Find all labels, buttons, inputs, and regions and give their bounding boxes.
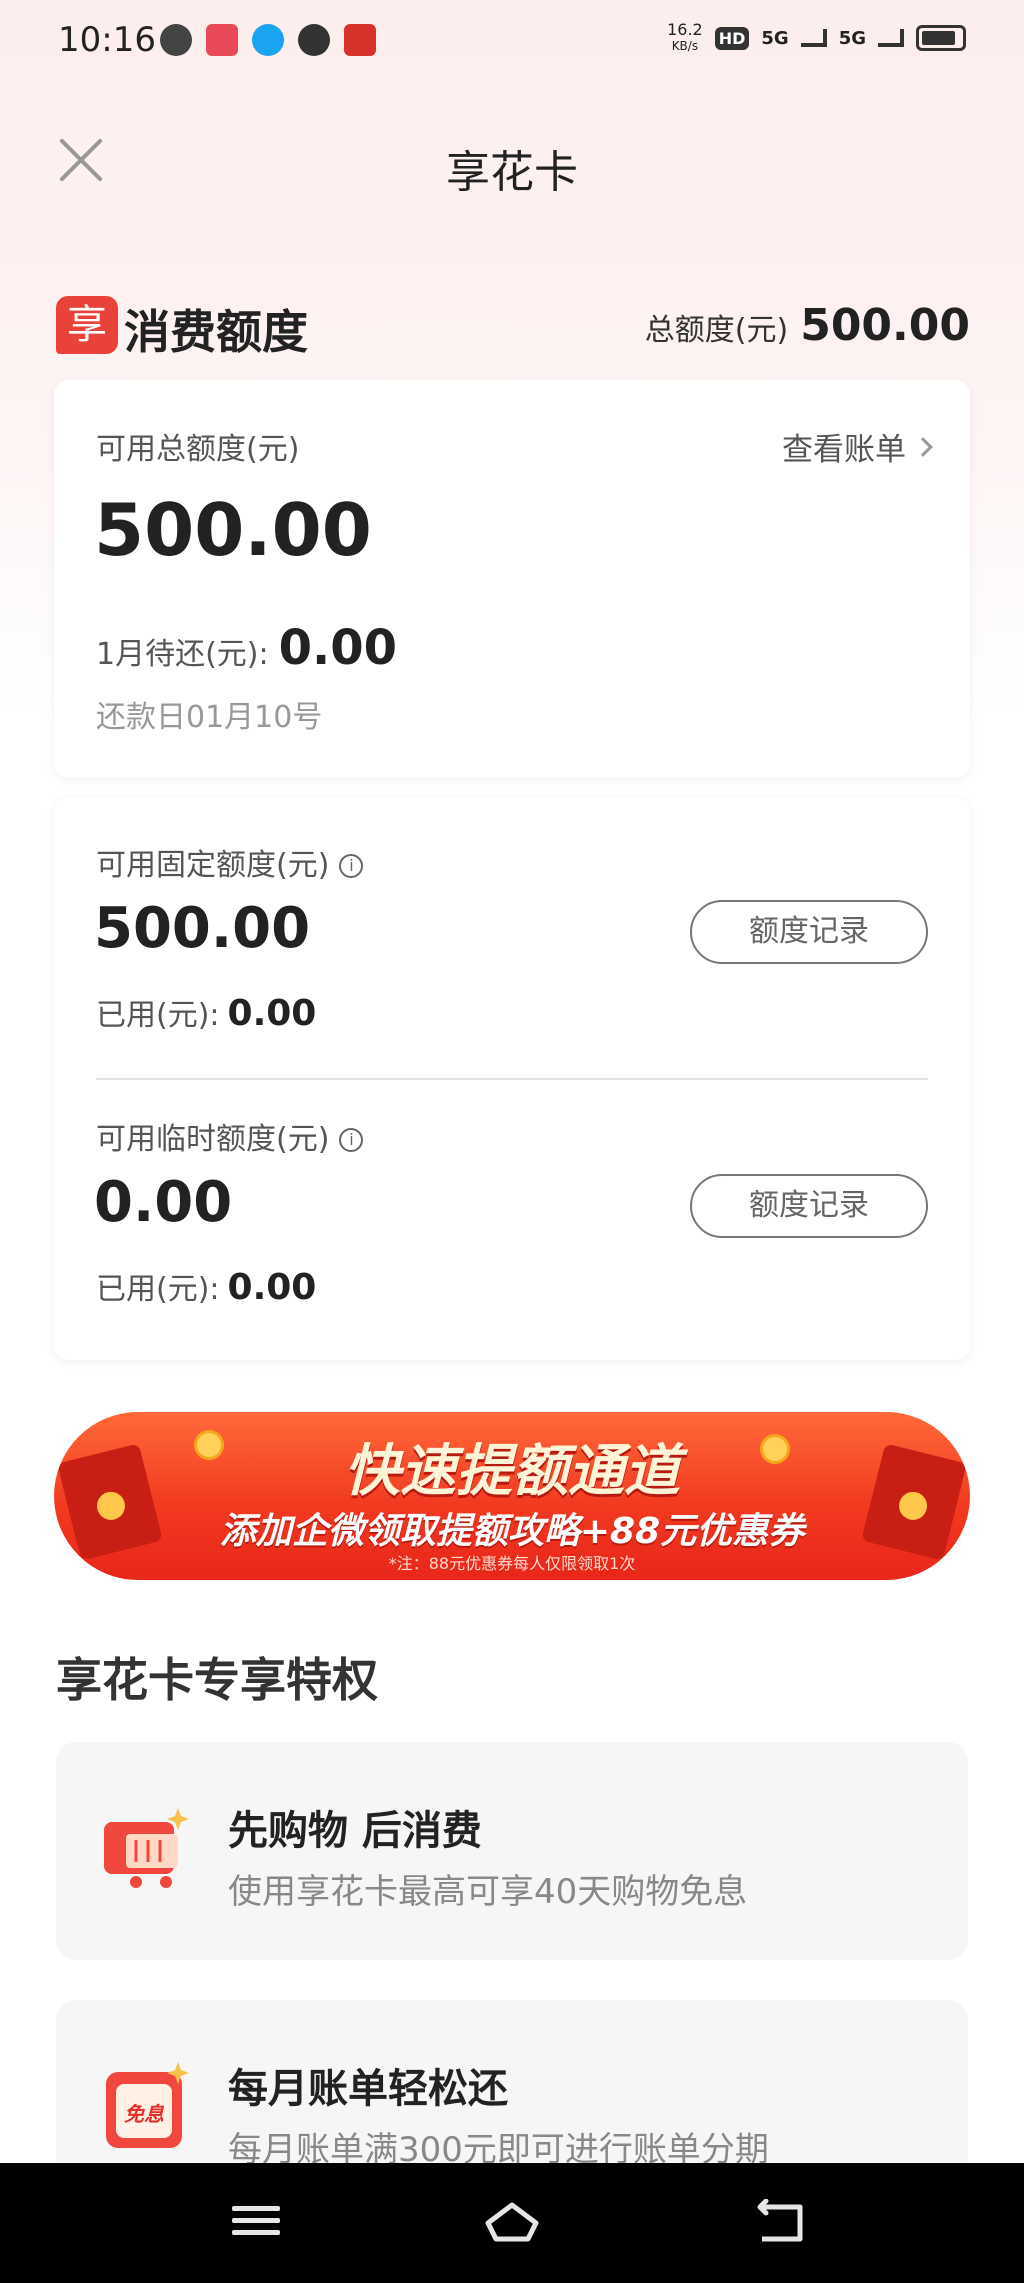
cart-icon bbox=[100, 1804, 190, 1894]
temp-record-button[interactable]: 额度记录 bbox=[690, 1174, 928, 1238]
info-icon[interactable]: i bbox=[339, 1128, 364, 1152]
privileges-title: 享花卡专享特权 bbox=[56, 1653, 378, 1707]
fixed-used-row: 已用(元): 0.00 bbox=[96, 990, 316, 1034]
privilege-desc: 使用享花卡最高可享40天购物免息 bbox=[228, 1872, 748, 1912]
temp-used-row: 已用(元): 0.00 bbox=[96, 1264, 316, 1308]
compass-icon bbox=[298, 24, 330, 56]
total-quota-label: 总额度(元) bbox=[644, 313, 789, 348]
fixed-used-label: 已用(元): bbox=[96, 998, 220, 1033]
privilege-title: 先购物 后消费 bbox=[228, 1808, 482, 1854]
divider bbox=[96, 1078, 928, 1080]
fixed-quota-value: 500.00 bbox=[94, 896, 311, 961]
temp-quota-label-row: 可用临时额度(元) i bbox=[96, 1114, 364, 1158]
quota-detail-card: 可用固定额度(元) i 500.00 额度记录 已用(元): 0.00 可用临时额… bbox=[54, 798, 970, 1360]
brand-logo-icon: 享 bbox=[56, 296, 118, 354]
promo-banner[interactable]: 快速提额通道 添加企微领取提额攻略+88元优惠券 *注：88元优惠券每人仅限领取… bbox=[54, 1412, 970, 1580]
temp-quota-value: 0.00 bbox=[94, 1170, 233, 1235]
view-bill-label: 查看账单 bbox=[782, 432, 906, 468]
hd-icon: HD bbox=[714, 26, 750, 50]
status-time: 10:16 bbox=[58, 20, 156, 60]
due-value: 0.00 bbox=[278, 620, 398, 676]
signal-5g-icon-1: 5G bbox=[761, 27, 789, 49]
page-title: 享花卡 bbox=[446, 147, 578, 198]
signal-bars-icon-2 bbox=[878, 29, 904, 47]
notification-icons bbox=[160, 24, 376, 56]
menu-icon[interactable] bbox=[226, 2199, 286, 2247]
fixed-quota-label: 可用固定额度(元) bbox=[96, 848, 330, 883]
system-nav-bar bbox=[0, 2163, 1024, 2283]
interest-free-icon: 免息 bbox=[100, 2062, 190, 2152]
repay-day: 还款日01月10号 bbox=[96, 700, 323, 735]
chevron-right-icon bbox=[913, 436, 933, 457]
due-label: 1月待还(元): bbox=[96, 637, 269, 672]
nav-bar: 享花卡 bbox=[0, 100, 1024, 220]
banner-subline: 添加企微领取提额攻略+88元优惠券 bbox=[219, 1511, 805, 1552]
temp-used-label: 已用(元): bbox=[96, 1272, 220, 1307]
privilege-item[interactable]: 先购物 后消费 使用享花卡最高可享40天购物免息 bbox=[56, 1742, 968, 1960]
interest-free-label: 免息 bbox=[124, 2102, 164, 2126]
net-speed-unit: KB/s bbox=[671, 39, 699, 53]
shop-app-icon bbox=[344, 24, 376, 56]
quota-title: 消费额度 bbox=[124, 305, 308, 359]
banner-headline: 快速提额通道 bbox=[344, 1439, 680, 1504]
due-row: 1月待还(元): 0.00 bbox=[96, 620, 397, 676]
banner-note: *注：88元优惠券每人仅限领取1次 bbox=[388, 1554, 636, 1573]
signal-5g-icon-2: 5G bbox=[838, 27, 866, 49]
total-quota: 总额度(元) 500.00 bbox=[645, 300, 970, 351]
back-icon[interactable] bbox=[752, 2198, 812, 2247]
fixed-quota-label-row: 可用固定额度(元) i bbox=[96, 840, 364, 884]
temp-quota-label: 可用临时额度(元) bbox=[96, 1122, 330, 1157]
status-right: 16.2 KB/s HD 5G 5G bbox=[667, 22, 966, 54]
calendar-app-icon bbox=[206, 24, 238, 56]
view-bill-link[interactable]: 查看账单 bbox=[782, 424, 933, 469]
available-value: 500.00 bbox=[94, 488, 372, 572]
available-quota-card: 可用总额度(元) 查看账单 500.00 1月待还(元): 0.00 还款日01… bbox=[54, 380, 970, 778]
qq-icon bbox=[252, 24, 284, 56]
wechat-icon bbox=[160, 24, 192, 56]
temp-used-value: 0.00 bbox=[227, 1267, 317, 1308]
home-icon[interactable] bbox=[482, 2199, 542, 2247]
battery-icon bbox=[916, 25, 966, 51]
status-bar: 10:16 16.2 KB/s HD 5G 5G bbox=[0, 0, 1024, 80]
quota-header: 享 消费额度 总额度(元) 500.00 bbox=[54, 292, 970, 364]
info-icon[interactable]: i bbox=[339, 854, 364, 878]
signal-bars-icon-1 bbox=[800, 29, 827, 47]
net-speed: 16.2 bbox=[667, 20, 703, 39]
available-label: 可用总额度(元) bbox=[96, 432, 300, 467]
fixed-record-button[interactable]: 额度记录 bbox=[690, 900, 928, 964]
privilege-title: 每月账单轻松还 bbox=[228, 2066, 508, 2112]
total-quota-value: 500.00 bbox=[800, 300, 970, 351]
fixed-used-value: 0.00 bbox=[227, 993, 317, 1034]
